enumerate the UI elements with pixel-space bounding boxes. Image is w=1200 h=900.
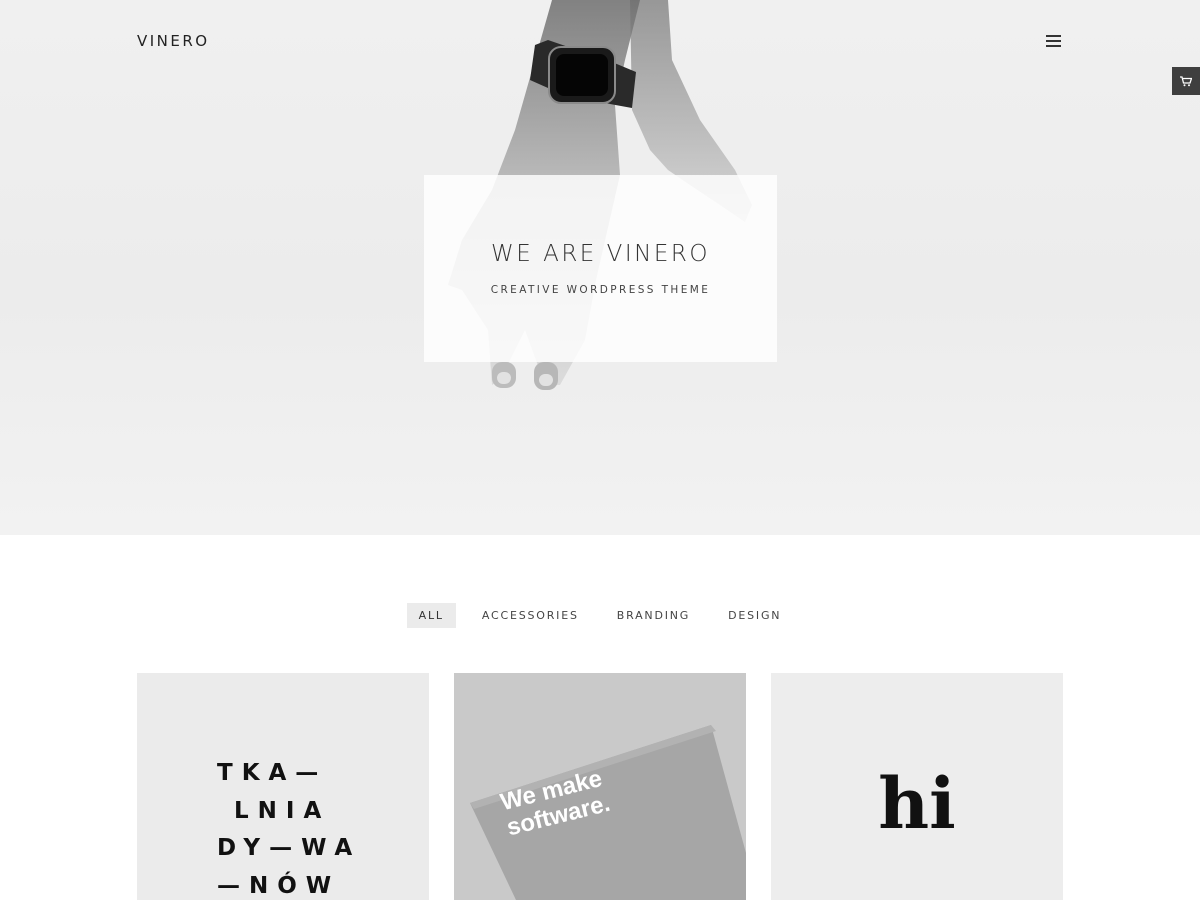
- portfolio-item-hi[interactable]: hi: [771, 673, 1063, 900]
- hero-subtitle: CREATIVE WORDPRESS THEME: [490, 284, 711, 296]
- menu-line: [1046, 45, 1061, 47]
- menu-line: [1046, 35, 1061, 37]
- menu-line: [1046, 40, 1061, 42]
- hamburger-menu-icon[interactable]: [1044, 32, 1064, 50]
- hero-title: WE ARE VINERO: [491, 241, 710, 267]
- hero-card: WE ARE VINERO CREATIVE WORDPRESS THEME: [424, 175, 777, 362]
- filter-accessories[interactable]: ACCESSORIES: [470, 603, 591, 628]
- tkalnia-line-2: LNIA: [217, 797, 331, 824]
- filter-all[interactable]: ALL: [406, 603, 456, 628]
- tkalnia-line-1: TKA—: [217, 760, 328, 786]
- site-logo[interactable]: VINERO: [137, 32, 210, 50]
- tkalnia-line-4: —NÓW: [217, 872, 341, 899]
- filter-design[interactable]: DESIGN: [716, 603, 793, 628]
- portfolio-item-tkalnia[interactable]: TKA— LNIA DY—WA —NÓW: [137, 673, 429, 900]
- hi-logo: hi: [878, 762, 956, 845]
- cart-button[interactable]: [1172, 67, 1200, 95]
- portfolio-item-we-make-software[interactable]: We make software.: [454, 673, 746, 900]
- tkalnia-typography: TKA— LNIA DY—WA —NÓW: [217, 755, 361, 900]
- tkalnia-line-3: DY—WA: [217, 835, 362, 861]
- cart-icon: [1180, 75, 1192, 86]
- hero-section: VINERO WE ARE VINERO CREATIVE WORDPRESS …: [0, 0, 1200, 535]
- portfolio-filters: ALL ACCESSORIES BRANDING DESIGN: [0, 603, 1200, 629]
- filter-branding[interactable]: BRANDING: [605, 603, 702, 628]
